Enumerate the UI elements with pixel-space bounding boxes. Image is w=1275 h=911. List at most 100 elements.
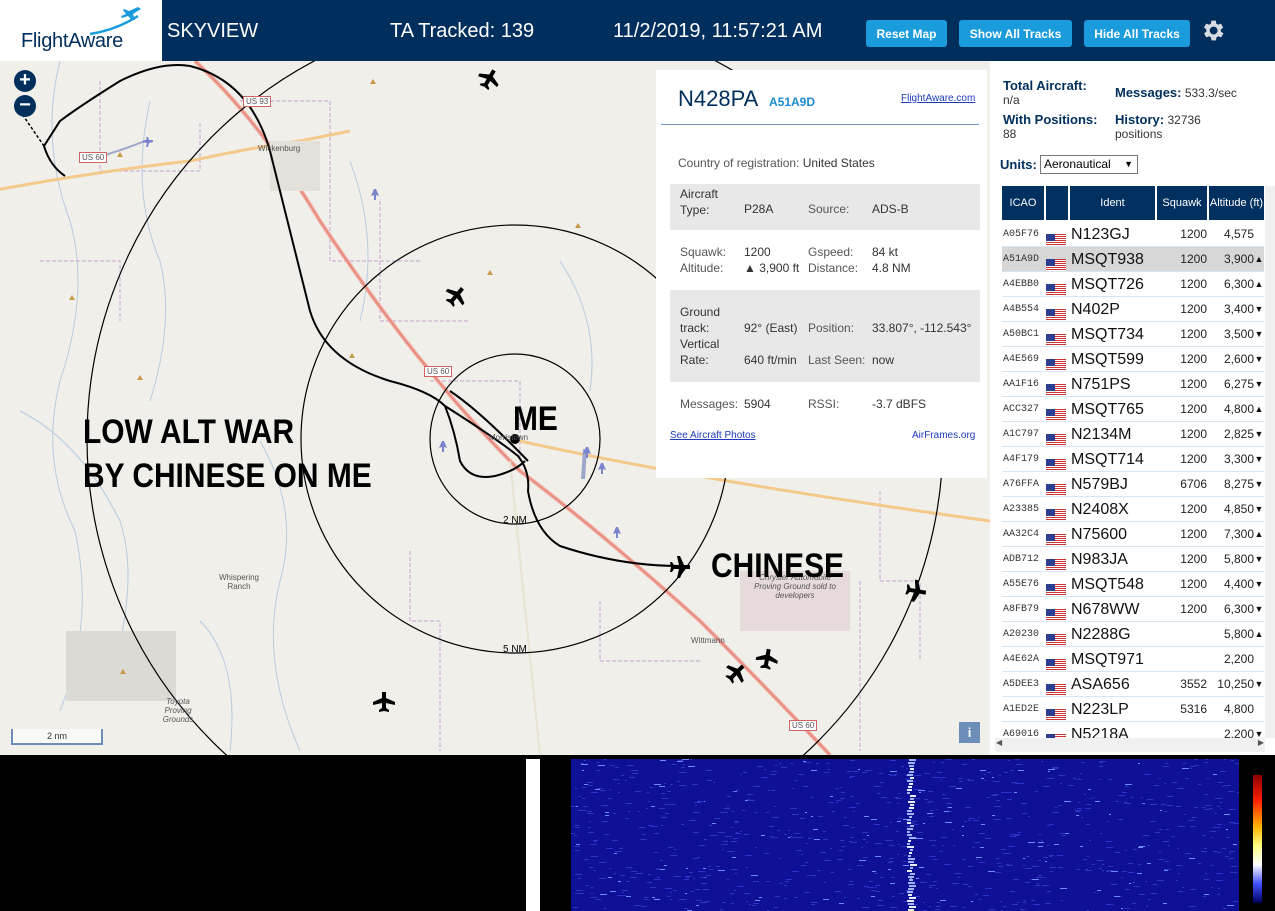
cell-squawk: 1200: [1180, 227, 1207, 241]
us-flag-icon: [1046, 654, 1066, 671]
table-row[interactable]: A50BC1 MSQT734 1200 3,500 ▼: [1002, 322, 1264, 347]
us-flag-icon: [1046, 554, 1066, 571]
cell-squawk: 1200: [1180, 402, 1207, 416]
table-row[interactable]: A1C797 N2134M 1200 2,825 ▼: [1002, 422, 1264, 447]
table-row[interactable]: AA32C4 N75600 1200 7,300 ▲: [1002, 522, 1264, 547]
cell-squawk: 1200: [1180, 277, 1207, 291]
tracked-count: TA Tracked: 139: [390, 20, 535, 42]
us-flag-icon: [1046, 404, 1066, 421]
cell-ident: N983JA: [1071, 551, 1128, 568]
cell-altitude: 2,200: [1223, 727, 1254, 738]
map-info-button[interactable]: i: [959, 722, 980, 743]
ring-label-5nm: 5 NM: [503, 644, 527, 655]
cell-altitude: 4,850: [1223, 502, 1254, 516]
flightaware-link[interactable]: FlightAware.com: [901, 93, 975, 104]
cell-squawk: 1200: [1180, 377, 1207, 391]
cell-ident: N402P: [1071, 301, 1120, 318]
table-row[interactable]: A4EBB0 MSQT726 1200 6,300 ▲: [1002, 272, 1264, 297]
table-row[interactable]: ACC327 MSQT765 1200 4,800 ▲: [1002, 397, 1264, 422]
chevron-down-icon: ▼: [1124, 159, 1133, 169]
table-row[interactable]: A23385 N2408X 1200 4,850 ▼: [1002, 497, 1264, 522]
table-row[interactable]: A69016 N5218A 2,200 ▼: [1002, 722, 1264, 738]
altitude-trend-icon: ▼: [1254, 679, 1264, 689]
waterfall-noise: [571, 759, 1241, 911]
messages-label: Messages:: [680, 397, 739, 411]
col-icao[interactable]: ICAO: [1002, 186, 1044, 220]
header-bar: FlightAware SKYVIEW TA Tracked: 139 11/2…: [0, 0, 1275, 61]
table-row[interactable]: A55E76 MSQT548 1200 4,400 ▼: [1002, 572, 1264, 597]
cell-ident: N2134M: [1071, 426, 1132, 443]
cell-altitude: 7,300: [1223, 527, 1254, 541]
table-row[interactable]: A20230 N2288G 5,800 ▲: [1002, 622, 1264, 647]
table-row[interactable]: A4E569 MSQT599 1200 2,600 ▼: [1002, 347, 1264, 372]
zoom-out-button[interactable]: −: [14, 95, 36, 117]
altitude-value: ▲ 3,900 ft: [744, 261, 800, 275]
table-vertical-scrollbar[interactable]: [1265, 186, 1275, 738]
selected-aircraft-panel: N428PA A51A9D FlightAware.com Country of…: [656, 70, 987, 478]
hide-all-tracks-button[interactable]: Hide All Tracks: [1084, 20, 1190, 47]
cell-ident: N123GJ: [1071, 226, 1130, 243]
cell-icao: A50BC1: [1003, 329, 1040, 340]
skyview-app: FlightAware SKYVIEW TA Tracked: 139 11/2…: [0, 0, 1275, 911]
cell-ident: N223LP: [1071, 701, 1129, 718]
cell-squawk: 1200: [1180, 552, 1207, 566]
gspeed-label: Gspeed:: [808, 245, 854, 259]
table-row[interactable]: A1ED2E N223LP 5316 4,800: [1002, 697, 1264, 722]
cell-icao: A4E569: [1003, 354, 1040, 365]
table-row[interactable]: A76FFA N579BJ 6706 8,275 ▼: [1002, 472, 1264, 497]
messages-value: 5904: [744, 397, 771, 411]
messages-stat: Messages: 533.3/sec: [1115, 85, 1237, 100]
col-squawk[interactable]: Squawk: [1157, 186, 1207, 220]
scroll-right-icon[interactable]: ▶: [1258, 738, 1264, 747]
cell-icao: A1C797: [1003, 429, 1040, 440]
table-row[interactable]: A8FB79 N678WW 1200 6,300 ▼: [1002, 597, 1264, 622]
cell-altitude: 6,300: [1223, 277, 1254, 291]
reset-map-button[interactable]: Reset Map: [866, 20, 947, 47]
us-flag-icon: [1046, 529, 1066, 546]
table-body: A05F76 N123GJ 1200 4,575 A51A9D MSQT938 1200 3,…: [1002, 222, 1264, 738]
cell-ident: MSQT971: [1071, 651, 1144, 668]
table-row[interactable]: A51A9D MSQT938 1200 3,900 ▲: [1002, 247, 1264, 272]
cell-squawk: 1200: [1180, 577, 1207, 591]
aircraft-photos-link[interactable]: See Aircraft Photos: [670, 430, 756, 441]
us-flag-icon: [1046, 504, 1066, 521]
table-row[interactable]: ADB712 N983JA 1200 5,800 ▼: [1002, 547, 1264, 572]
table-horizontal-scrollbar[interactable]: ◀ ▶: [995, 738, 1265, 752]
table-row[interactable]: A4B554 N402P 1200 3,400 ▼: [1002, 297, 1264, 322]
cell-icao: A5DEE3: [1003, 679, 1040, 690]
table-row[interactable]: AA1F16 N751PS 1200 6,275 ▼: [1002, 372, 1264, 397]
table-row[interactable]: A4F179 MSQT714 1200 3,300 ▼: [1002, 447, 1264, 472]
last-seen-label: Last Seen:: [808, 353, 866, 367]
us-flag-icon: [1046, 579, 1066, 596]
altitude-trend-icon: [1254, 647, 1264, 672]
table-row[interactable]: A5DEE3 ASA656 3552 10,250 ▼: [1002, 672, 1264, 697]
us-flag-icon: [1046, 479, 1066, 496]
table-row[interactable]: A4E62A MSQT971 2,200: [1002, 647, 1264, 672]
cell-squawk: 1200: [1180, 427, 1207, 441]
annotation-me: ME: [513, 400, 558, 438]
cell-squawk: [1157, 622, 1207, 647]
cell-squawk: 1200: [1180, 452, 1207, 466]
show-all-tracks-button[interactable]: Show All Tracks: [959, 20, 1072, 47]
cell-squawk: 5316: [1180, 702, 1207, 716]
col-ident[interactable]: Ident: [1070, 186, 1155, 220]
cell-icao: A4E62A: [1003, 654, 1040, 665]
col-flag: [1046, 186, 1068, 220]
cell-squawk: 1200: [1180, 252, 1207, 266]
altitude-trend-icon: ▼: [1254, 729, 1264, 738]
scroll-left-icon[interactable]: ◀: [996, 738, 1002, 747]
cell-altitude: 3,500: [1223, 327, 1254, 341]
us-flag-icon: [1046, 279, 1066, 296]
table-row[interactable]: A05F76 N123GJ 1200 4,575: [1002, 222, 1264, 247]
last-seen-value: now: [872, 353, 895, 367]
col-altitude[interactable]: Altitude (ft): [1209, 186, 1264, 220]
gear-icon[interactable]: [1199, 17, 1226, 44]
zoom-in-button[interactable]: +: [14, 70, 36, 92]
cell-icao: A05F76: [1003, 229, 1040, 240]
units-select[interactable]: Aeronautical ▼: [1040, 155, 1138, 174]
flightaware-logo[interactable]: FlightAware: [0, 0, 162, 61]
source-value: ADS-B: [872, 202, 909, 216]
airframes-link[interactable]: AirFrames.org: [912, 430, 975, 441]
squawk-label: Squawk:: [680, 245, 727, 259]
cell-altitude: 2,825: [1223, 427, 1254, 441]
